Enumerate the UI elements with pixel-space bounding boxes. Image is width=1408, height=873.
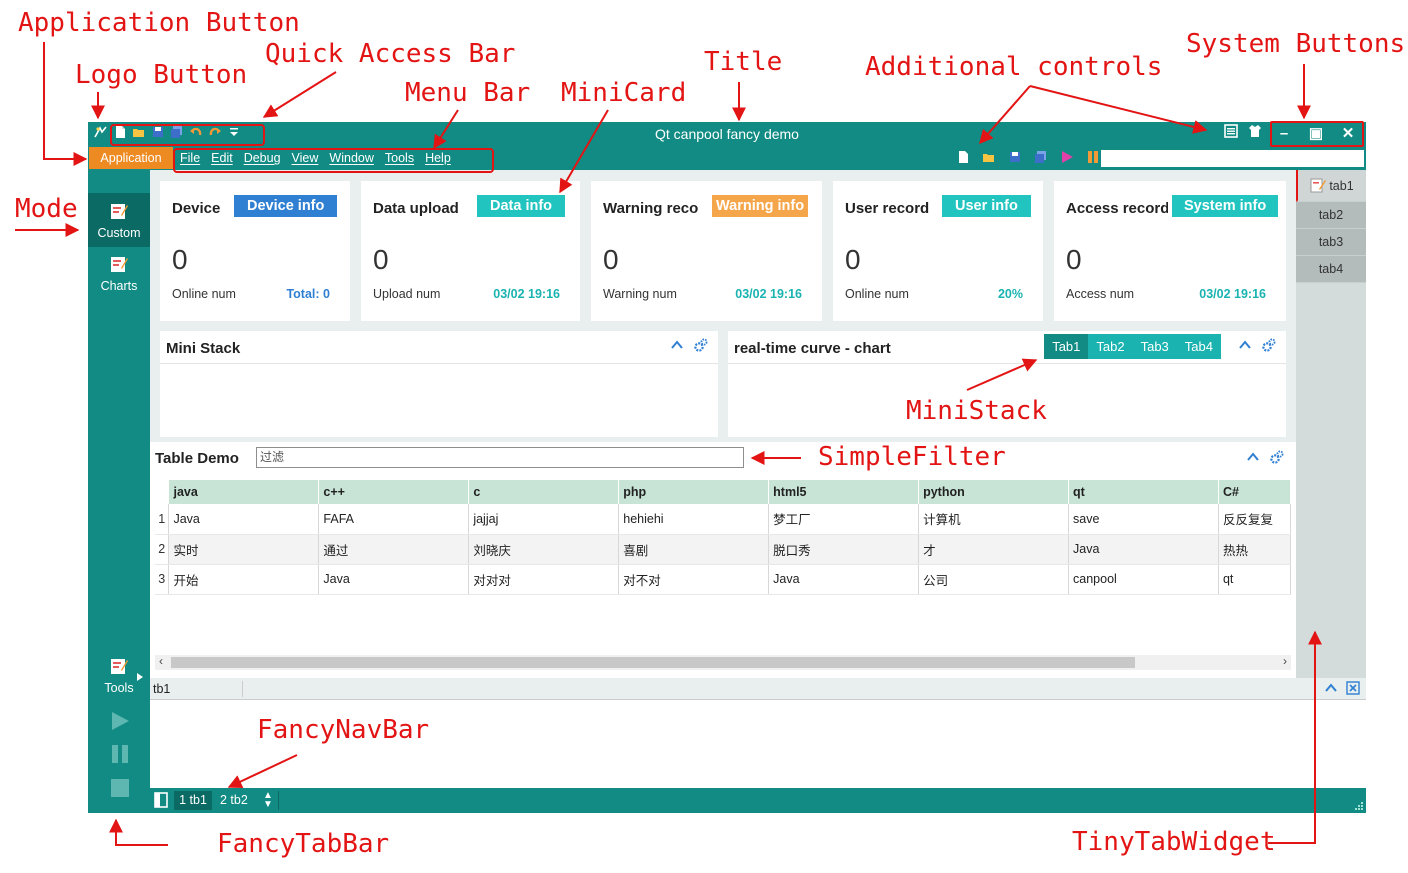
screenshot: Qt canpool fancy demo – ▣ ✕ Application … xyxy=(0,0,1408,873)
annotation-arrows xyxy=(15,42,1322,846)
